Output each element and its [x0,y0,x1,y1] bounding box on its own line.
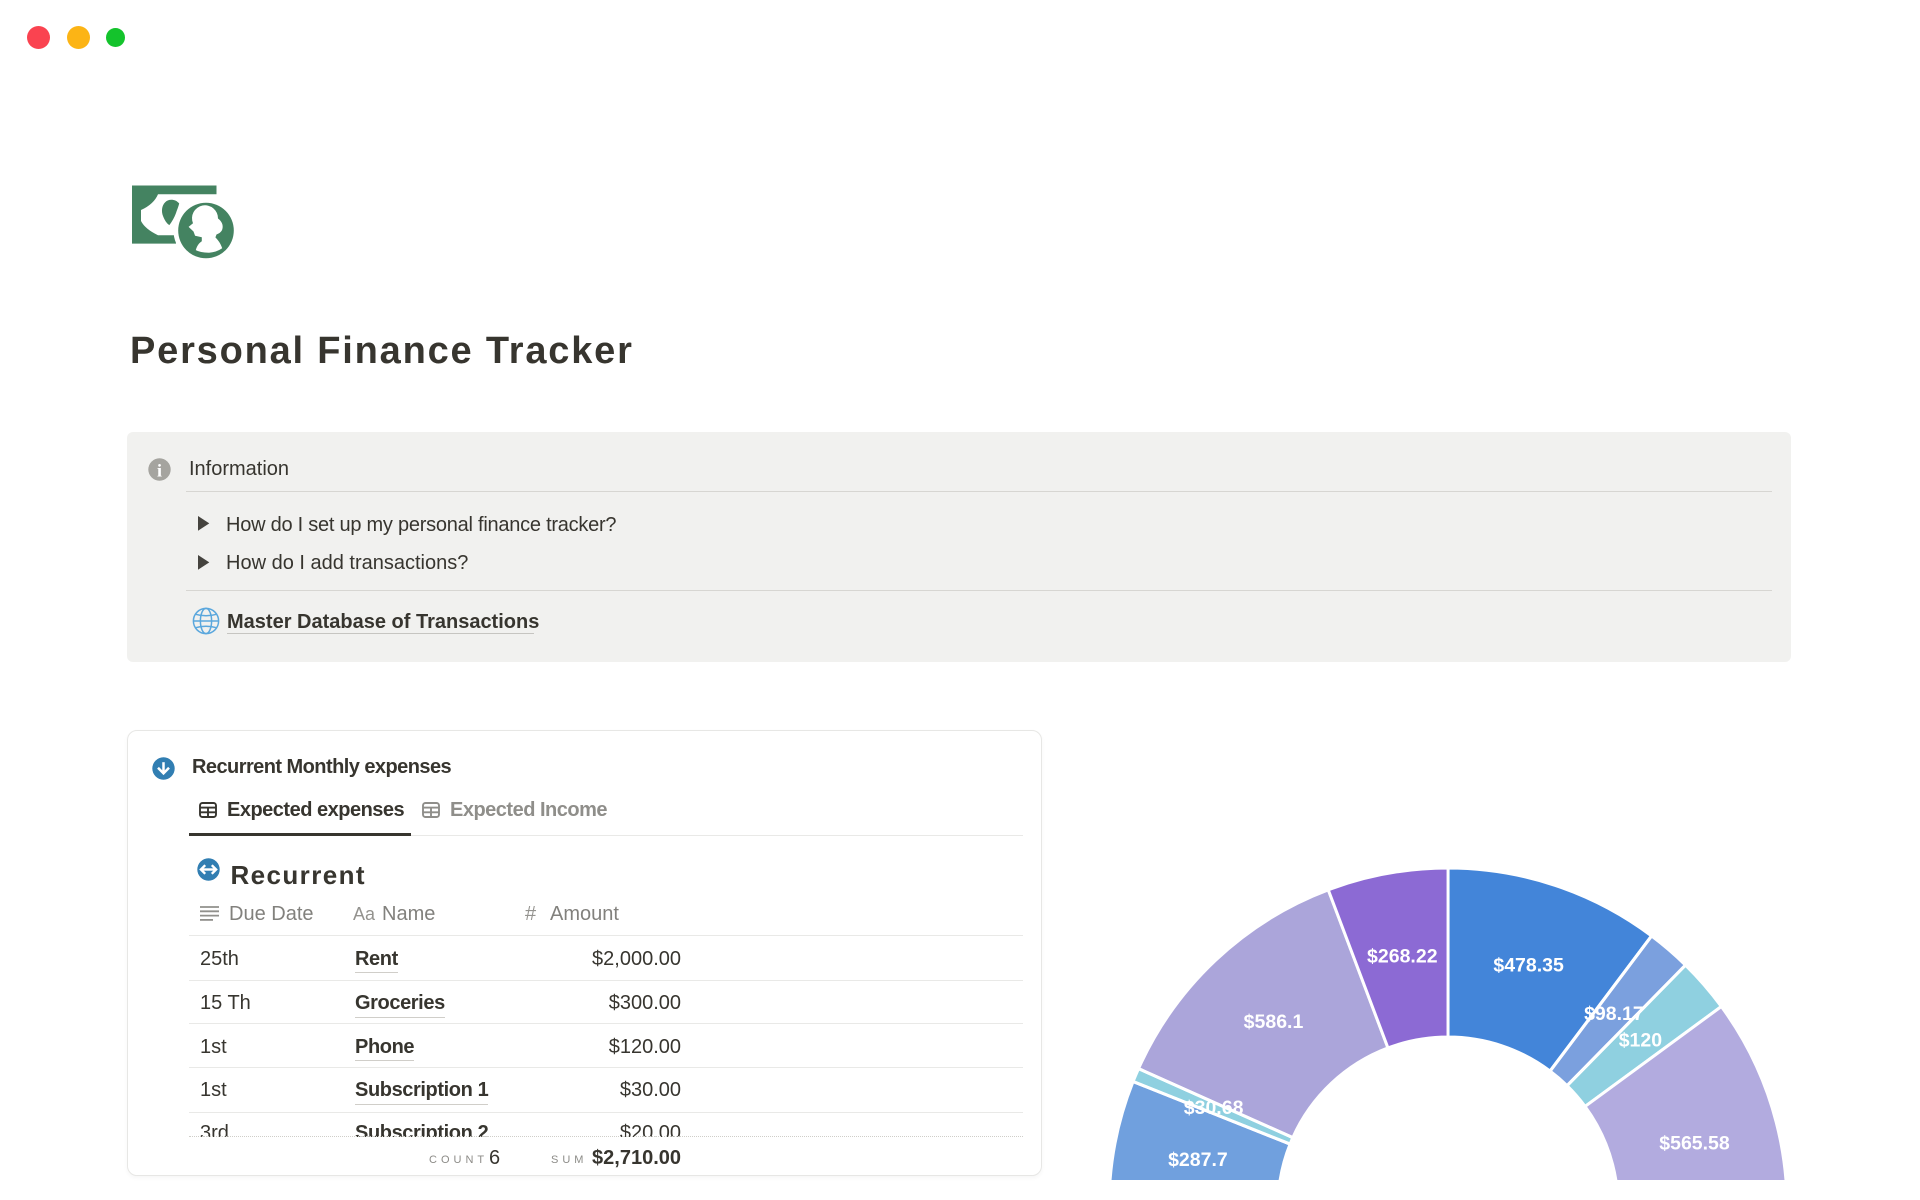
svg-text:$120: $120 [1619,1029,1663,1051]
svg-text:$287.7: $287.7 [1168,1149,1228,1171]
svg-text:$268.22: $268.22 [1367,946,1438,968]
svg-text:$478.35: $478.35 [1493,955,1564,977]
svg-text:$30.68: $30.68 [1184,1097,1244,1119]
svg-text:i: i [157,460,162,480]
svg-text:$586.1: $586.1 [1244,1011,1304,1033]
svg-text:$565.58: $565.58 [1659,1133,1730,1155]
